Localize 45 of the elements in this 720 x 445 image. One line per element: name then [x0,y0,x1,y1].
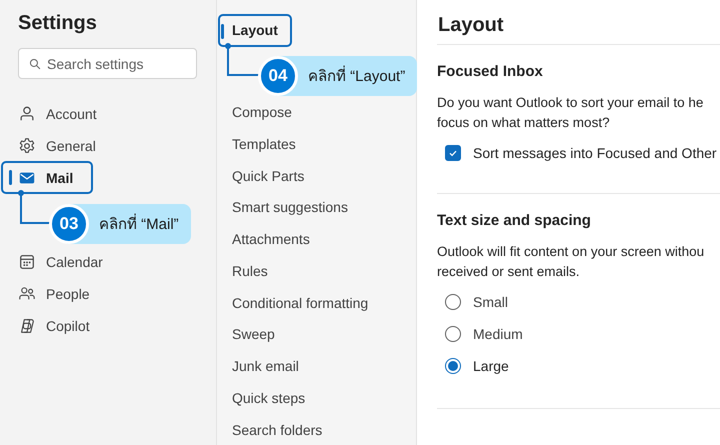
description-text: focus on what matters most? [437,114,611,132]
menu-item[interactable]: Compose [218,96,306,128]
menu-item[interactable]: Sweep [218,318,289,351]
description-text: received or sent emails. [437,263,581,281]
step-badge: 03 [49,204,89,244]
step-badge: 04 [258,56,298,96]
menu-item[interactable]: Search folders [218,413,336,445]
menu-item[interactable]: Conditional formatting [218,286,382,319]
nav-item[interactable]: Mail [1,161,94,194]
search-field[interactable]: Search settings [18,48,197,79]
connector-line [18,190,51,227]
copilot-icon [18,316,36,334]
description-text: Outlook will fit content on your screen withou [437,243,706,261]
menu-item[interactable]: Templates [218,128,310,160]
radio-label: Medium [473,326,523,342]
nav-item[interactable]: People [1,277,110,310]
radio-button[interactable] [445,326,461,342]
radio-label: Small [473,294,508,310]
checkbox[interactable] [445,145,461,161]
menu-item[interactable]: Rules [218,254,282,288]
page-title: Layout [438,14,505,38]
section-heading: Focused Inbox [437,63,544,80]
nav-item[interactable]: Copilot [1,309,110,342]
radio-label: Large [473,358,509,374]
radio-button[interactable] [445,294,461,310]
radio-button[interactable] [445,358,461,374]
people-icon [18,284,36,302]
menu-item[interactable]: Junk email [218,350,313,382]
person-icon [18,104,36,122]
connector-line [225,42,260,79]
section-heading: Text size and spacing [437,212,592,229]
menu-item[interactable]: Quick Parts [218,159,318,192]
menu-item[interactable]: Layout [218,14,292,47]
nav-item[interactable]: Calendar [1,245,123,278]
settings-icon [18,136,36,154]
nav-item[interactable]: Account [1,97,117,130]
description-text: Do you want Outlook to sort your email to he [437,94,704,112]
nav-item[interactable]: General [1,129,116,162]
menu-item[interactable]: Attachments [218,222,324,256]
search-icon [28,57,42,71]
calendar-icon [18,252,36,270]
menu-item[interactable]: Quick steps [218,382,320,414]
menu-item[interactable]: Smart suggestions [218,191,362,224]
checkbox-label: Sort messages into Focused and Other [473,145,717,161]
settings-title: Settings [18,12,98,35]
